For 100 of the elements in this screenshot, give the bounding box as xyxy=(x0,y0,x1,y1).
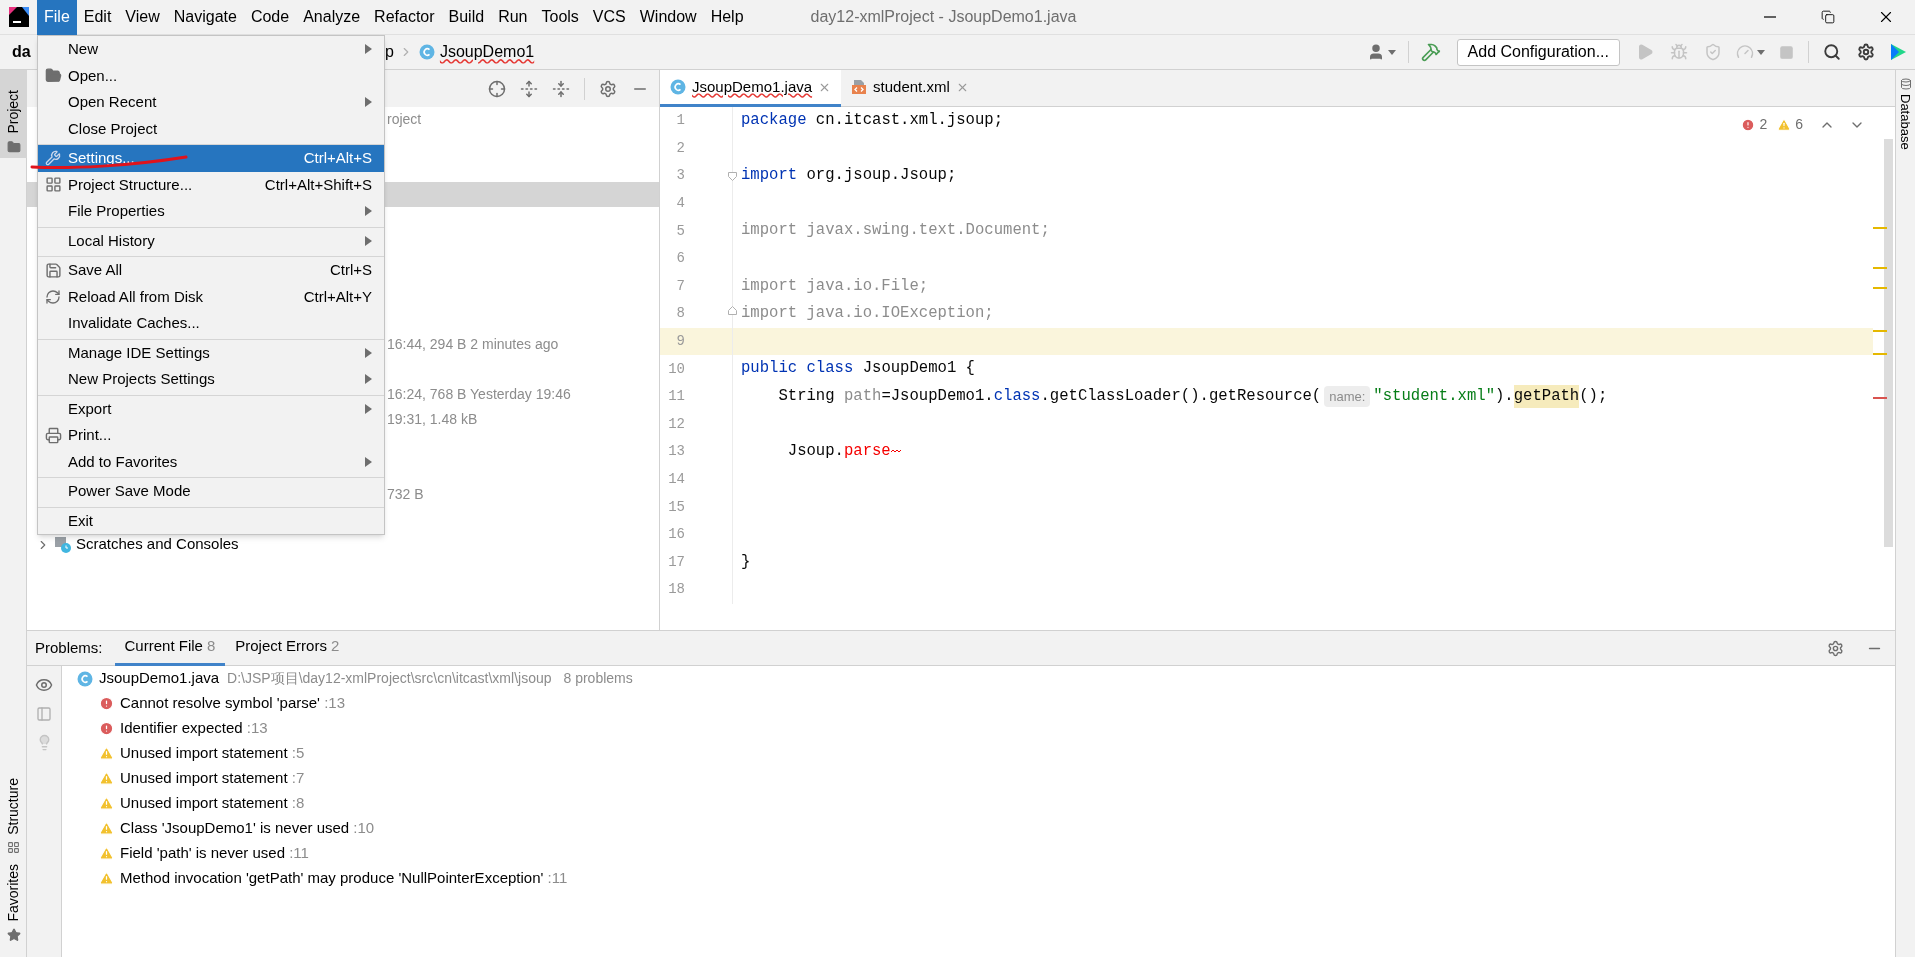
tree-row-detail: 19:31, 1.48 kB xyxy=(387,410,478,429)
menu-item[interactable]: Tools xyxy=(534,0,586,35)
code-line: import java.io.File; xyxy=(740,275,929,297)
menu-item[interactable]: File Properties xyxy=(38,198,384,228)
code-line: } xyxy=(740,551,751,573)
line-number: 17 xyxy=(668,552,685,572)
menu-item[interactable]: Analyze xyxy=(296,0,368,35)
fold-marker-icon[interactable] xyxy=(728,306,737,316)
breadcrumb[interactable]: da xyxy=(12,43,31,60)
menu-item[interactable]: File xyxy=(37,0,77,35)
add-configuration-button[interactable]: Add Configuration... xyxy=(1456,38,1620,66)
menu-item[interactable]: Run xyxy=(491,0,535,35)
line-number: 1 xyxy=(676,111,685,131)
menu-item[interactable]: Open... xyxy=(38,62,384,89)
stop-icon[interactable] xyxy=(1779,44,1794,60)
menu-item[interactable]: Reload All from Disk Ctrl+Alt+Y xyxy=(38,283,384,310)
menu-item[interactable]: New xyxy=(38,36,384,63)
scrollbar-thumb[interactable] xyxy=(1884,139,1893,547)
menu-item[interactable]: Help xyxy=(703,0,751,35)
caret-icon xyxy=(1757,49,1765,55)
expand-all-icon[interactable] xyxy=(520,79,538,98)
menu-item[interactable]: Build xyxy=(441,0,492,35)
menu-item[interactable]: New Projects Settings xyxy=(38,366,384,396)
hammer-icon[interactable] xyxy=(1420,42,1441,62)
tool-window-tab[interactable]: Database xyxy=(1895,70,1915,150)
minimize-icon xyxy=(1764,16,1776,18)
search-icon[interactable] xyxy=(1823,43,1841,61)
menu-item[interactable]: Invalidate Caches... xyxy=(38,310,384,340)
line-number: 18 xyxy=(668,580,685,600)
file-name[interactable]: JsoupDemo1.java xyxy=(99,667,220,690)
tool-window-tab[interactable]: Structure xyxy=(0,770,27,858)
gauge-icon[interactable] xyxy=(1736,43,1754,61)
menu-item[interactable]: Edit xyxy=(76,0,119,35)
menu-item[interactable]: Save All Ctrl+S xyxy=(38,257,384,284)
problems-tab[interactable]: Project Errors 2 xyxy=(225,630,350,666)
tool-window-tab[interactable]: Favorites xyxy=(0,858,27,946)
scratches-icon xyxy=(54,535,72,554)
tree-item[interactable]: Scratches and Consoles xyxy=(76,533,239,556)
menu-item[interactable]: Window xyxy=(632,0,704,35)
problem-item[interactable]: Class 'JsoupDemo1' is never used :10 xyxy=(77,816,633,841)
menu-item[interactable]: VCS xyxy=(585,0,633,35)
fold-marker-icon[interactable] xyxy=(728,172,737,182)
line-number: 10 xyxy=(668,359,685,379)
menu-item[interactable]: Navigate xyxy=(166,0,244,35)
bug-icon[interactable] xyxy=(1670,43,1688,61)
shield-icon[interactable] xyxy=(1704,43,1722,61)
menu-item[interactable]: Local History xyxy=(38,227,384,257)
tree-row-detail: 732 B xyxy=(387,485,424,504)
problem-item[interactable]: Field 'path' is never used :11 xyxy=(77,841,633,866)
settings-icon[interactable] xyxy=(1827,639,1844,657)
tree-row-detail: roject xyxy=(387,110,422,129)
settings-icon[interactable] xyxy=(1857,43,1875,61)
preview-icon[interactable] xyxy=(36,706,52,722)
code-line: String path=JsoupDemo1.class.getClassLoader().getResource( name: "student.xml").getPath(); xyxy=(733,382,1608,411)
menu-item[interactable]: Refactor xyxy=(367,0,442,35)
problem-item[interactable]: Unused import statement :7 xyxy=(77,766,633,791)
problem-item[interactable]: Unused import statement :5 xyxy=(77,741,633,766)
error-count[interactable]: 2 xyxy=(1759,114,1768,135)
problem-item[interactable]: Unused import statement :8 xyxy=(77,791,633,816)
eye-icon[interactable] xyxy=(35,676,53,694)
menu-item[interactable]: Code xyxy=(243,0,297,35)
settings-icon[interactable] xyxy=(599,79,617,98)
line-number: 12 xyxy=(668,414,685,434)
problem-item[interactable]: Identifier expected :13 xyxy=(77,716,633,741)
error-icon xyxy=(99,696,114,711)
warning-count[interactable]: 6 xyxy=(1795,114,1803,135)
menu-item[interactable]: Exit xyxy=(38,507,384,534)
structure-icon xyxy=(44,176,62,194)
menu-item[interactable]: Export xyxy=(38,395,384,422)
editor-tab[interactable]: JsoupDemo1.java xyxy=(660,70,842,107)
run-icon[interactable] xyxy=(1636,43,1654,61)
plugin-logo-icon[interactable] xyxy=(1889,43,1907,61)
class-icon xyxy=(77,670,93,687)
restore-icon xyxy=(1821,10,1835,24)
warning-icon xyxy=(99,796,114,811)
menu-item[interactable]: Manage IDE Settings xyxy=(38,339,384,366)
submenu-arrow-icon xyxy=(365,44,372,55)
menu-item[interactable]: Open Recent xyxy=(38,89,384,116)
warning-icon xyxy=(1777,117,1792,132)
locate-icon[interactable] xyxy=(488,79,506,98)
breadcrumb[interactable]: p xyxy=(385,40,394,64)
editor-tab[interactable]: student.xml xyxy=(841,70,979,107)
error-squiggle xyxy=(890,449,901,454)
code-line: import java.io.IOException; xyxy=(740,303,994,325)
menu-item[interactable]: Print... xyxy=(38,422,384,449)
menu-item[interactable]: Power Save Mode xyxy=(38,478,384,508)
line-number: 9 xyxy=(676,332,685,352)
star-icon xyxy=(6,928,21,942)
breadcrumb[interactable]: JsoupDemo1 xyxy=(439,40,535,64)
warning-icon xyxy=(99,746,114,761)
menu-item[interactable]: Add to Favorites xyxy=(38,448,384,478)
problem-item[interactable]: Cannot resolve symbol 'parse' :13 xyxy=(77,691,633,716)
tool-window-tab[interactable]: Project xyxy=(0,70,27,158)
line-number: 13 xyxy=(668,442,685,462)
line-number: 16 xyxy=(668,525,685,545)
menu-item[interactable]: View xyxy=(118,0,167,35)
menu-item[interactable]: Project Structure... Ctrl+Alt+Shift+S xyxy=(38,171,384,198)
menu-item[interactable]: Settings... Ctrl+Alt+S xyxy=(38,145,384,172)
problem-item[interactable]: Method invocation 'getPath' may produce 'NullPointerException' :11 xyxy=(77,866,633,891)
collapse-all-icon[interactable] xyxy=(552,79,570,98)
